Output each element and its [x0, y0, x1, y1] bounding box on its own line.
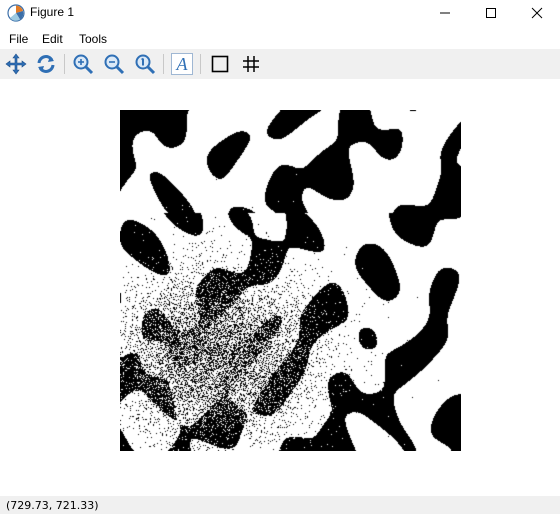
maximize-button[interactable] — [468, 0, 514, 26]
zoom-in-icon — [73, 54, 94, 75]
menu-edit[interactable]: Edit — [42, 32, 63, 46]
menu-file[interactable]: File — [9, 32, 28, 46]
refresh-icon — [37, 55, 55, 73]
pan-button[interactable] — [3, 51, 29, 77]
refresh-button[interactable] — [33, 51, 59, 77]
title-bar[interactable]: Figure 1 — [0, 0, 560, 26]
rectangle-icon — [211, 55, 229, 73]
grid-button[interactable] — [238, 51, 264, 77]
zoom-fit-button[interactable] — [132, 51, 158, 77]
menu-tools[interactable]: Tools — [79, 32, 107, 46]
status-bar: (729.73, 721.33) — [0, 496, 560, 514]
close-icon — [531, 7, 543, 19]
toolbar-separator — [200, 54, 201, 74]
text-icon: A — [171, 53, 193, 75]
rectangle-button[interactable] — [207, 51, 233, 77]
grid-icon — [243, 56, 259, 72]
text-button[interactable]: A — [169, 51, 195, 77]
menu-bar: File Edit Tools — [0, 30, 560, 48]
zoom-fit-icon — [135, 54, 156, 75]
zoom-out-button[interactable] — [101, 51, 127, 77]
close-button[interactable] — [514, 0, 560, 26]
pan-icon — [5, 53, 27, 75]
toolbar-separator — [64, 54, 65, 74]
figure-canvas[interactable] — [0, 79, 560, 496]
matplotlib-icon — [7, 4, 25, 22]
figure-image[interactable] — [120, 110, 461, 451]
svg-text:A: A — [176, 54, 189, 74]
zoom-in-button[interactable] — [70, 51, 96, 77]
minimize-button[interactable] — [422, 0, 468, 26]
window-title: Figure 1 — [30, 5, 75, 19]
cursor-coordinates: (729.73, 721.33) — [6, 499, 99, 512]
minimize-icon — [440, 12, 450, 14]
toolbar: A — [0, 49, 560, 79]
zoom-out-icon — [104, 54, 125, 75]
toolbar-separator — [163, 54, 164, 74]
maximize-icon — [486, 8, 496, 18]
